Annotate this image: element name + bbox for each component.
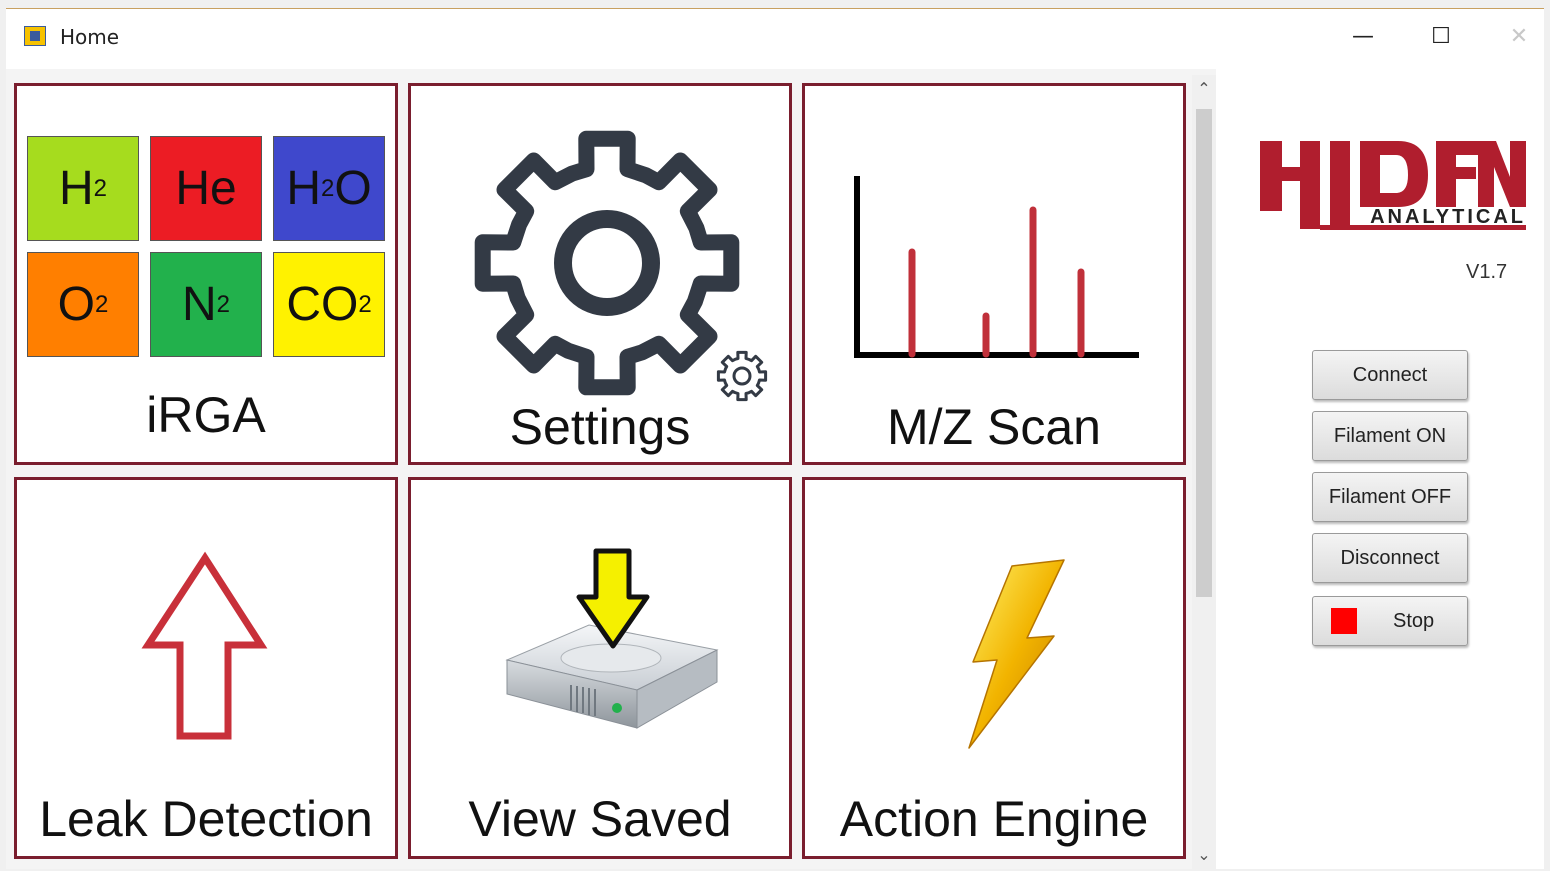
app-window: Home — ☐ ✕ H 2 He H 2 O O 2 N 2 CO 2 iRGA Settings bbox=[6, 8, 1544, 871]
irga-tile[interactable]: H 2 He H 2 O O 2 N 2 CO 2 iRGA bbox=[14, 83, 398, 465]
gas-cell: He bbox=[150, 136, 262, 241]
gas-cell: H2O bbox=[273, 136, 385, 241]
version-label: V1.7 bbox=[1466, 261, 1508, 283]
hiden-analytical-logo: ANALYTICAL bbox=[1258, 137, 1528, 247]
gas-cell: N2 bbox=[150, 252, 262, 357]
title-bar: Home — ☐ ✕ bbox=[6, 9, 1544, 67]
mz-scan-label: M/Z Scan bbox=[887, 399, 1101, 455]
leak-detection-tile[interactable]: Leak Detection bbox=[14, 477, 398, 859]
irga-label: iRGA bbox=[146, 387, 266, 443]
scroll-thumb[interactable] bbox=[1196, 109, 1212, 597]
mz-scan-tile[interactable]: M/Z Scan bbox=[802, 83, 1186, 465]
vertical-scrollbar[interactable]: ⌃ ⌄ bbox=[1192, 75, 1216, 871]
maximize-button[interactable]: ☐ bbox=[1418, 19, 1464, 55]
tile-panel: H2HeH2O O2N2CO2 iRGA Settings bbox=[6, 69, 1216, 869]
connect-button[interactable]: Connect bbox=[1312, 350, 1468, 400]
scroll-down-arrow[interactable]: ⌄ bbox=[1192, 843, 1216, 867]
settings-label: Settings bbox=[509, 399, 691, 455]
leak-detection-label: Leak Detection bbox=[39, 791, 373, 847]
stop-button[interactable]: Stop bbox=[1312, 596, 1468, 646]
scroll-up-arrow[interactable]: ⌃ bbox=[1192, 77, 1216, 101]
small-gear-icon bbox=[716, 350, 768, 402]
settings-tile[interactable]: Settings bbox=[408, 83, 792, 465]
hiden-logo-graphic: ANALYTICAL bbox=[1260, 141, 1526, 230]
disconnect-button[interactable]: Disconnect bbox=[1312, 533, 1468, 583]
minimize-button[interactable]: — bbox=[1340, 19, 1386, 55]
gas-cell: O2 bbox=[27, 252, 139, 357]
logo-subtitle: ANALYTICAL bbox=[1370, 206, 1526, 228]
action-engine-label: Action Engine bbox=[839, 791, 1149, 847]
filament-on-button[interactable]: Filament ON bbox=[1312, 411, 1468, 461]
close-button[interactable]: ✕ bbox=[1496, 19, 1542, 55]
action-engine-tile[interactable]: Action Engine bbox=[802, 477, 1186, 859]
window-title: Home bbox=[60, 25, 120, 49]
gas-cell: CO 2 bbox=[273, 252, 385, 357]
stop-label: Stop bbox=[1393, 610, 1435, 632]
view-saved-label: View Saved bbox=[468, 791, 732, 847]
labview-app-icon bbox=[24, 26, 46, 46]
gas-cell: H2 bbox=[27, 136, 139, 241]
stop-indicator-icon bbox=[1331, 608, 1357, 634]
filament-off-button[interactable]: Filament OFF bbox=[1312, 472, 1468, 522]
view-saved-tile[interactable]: View Saved bbox=[408, 477, 792, 859]
